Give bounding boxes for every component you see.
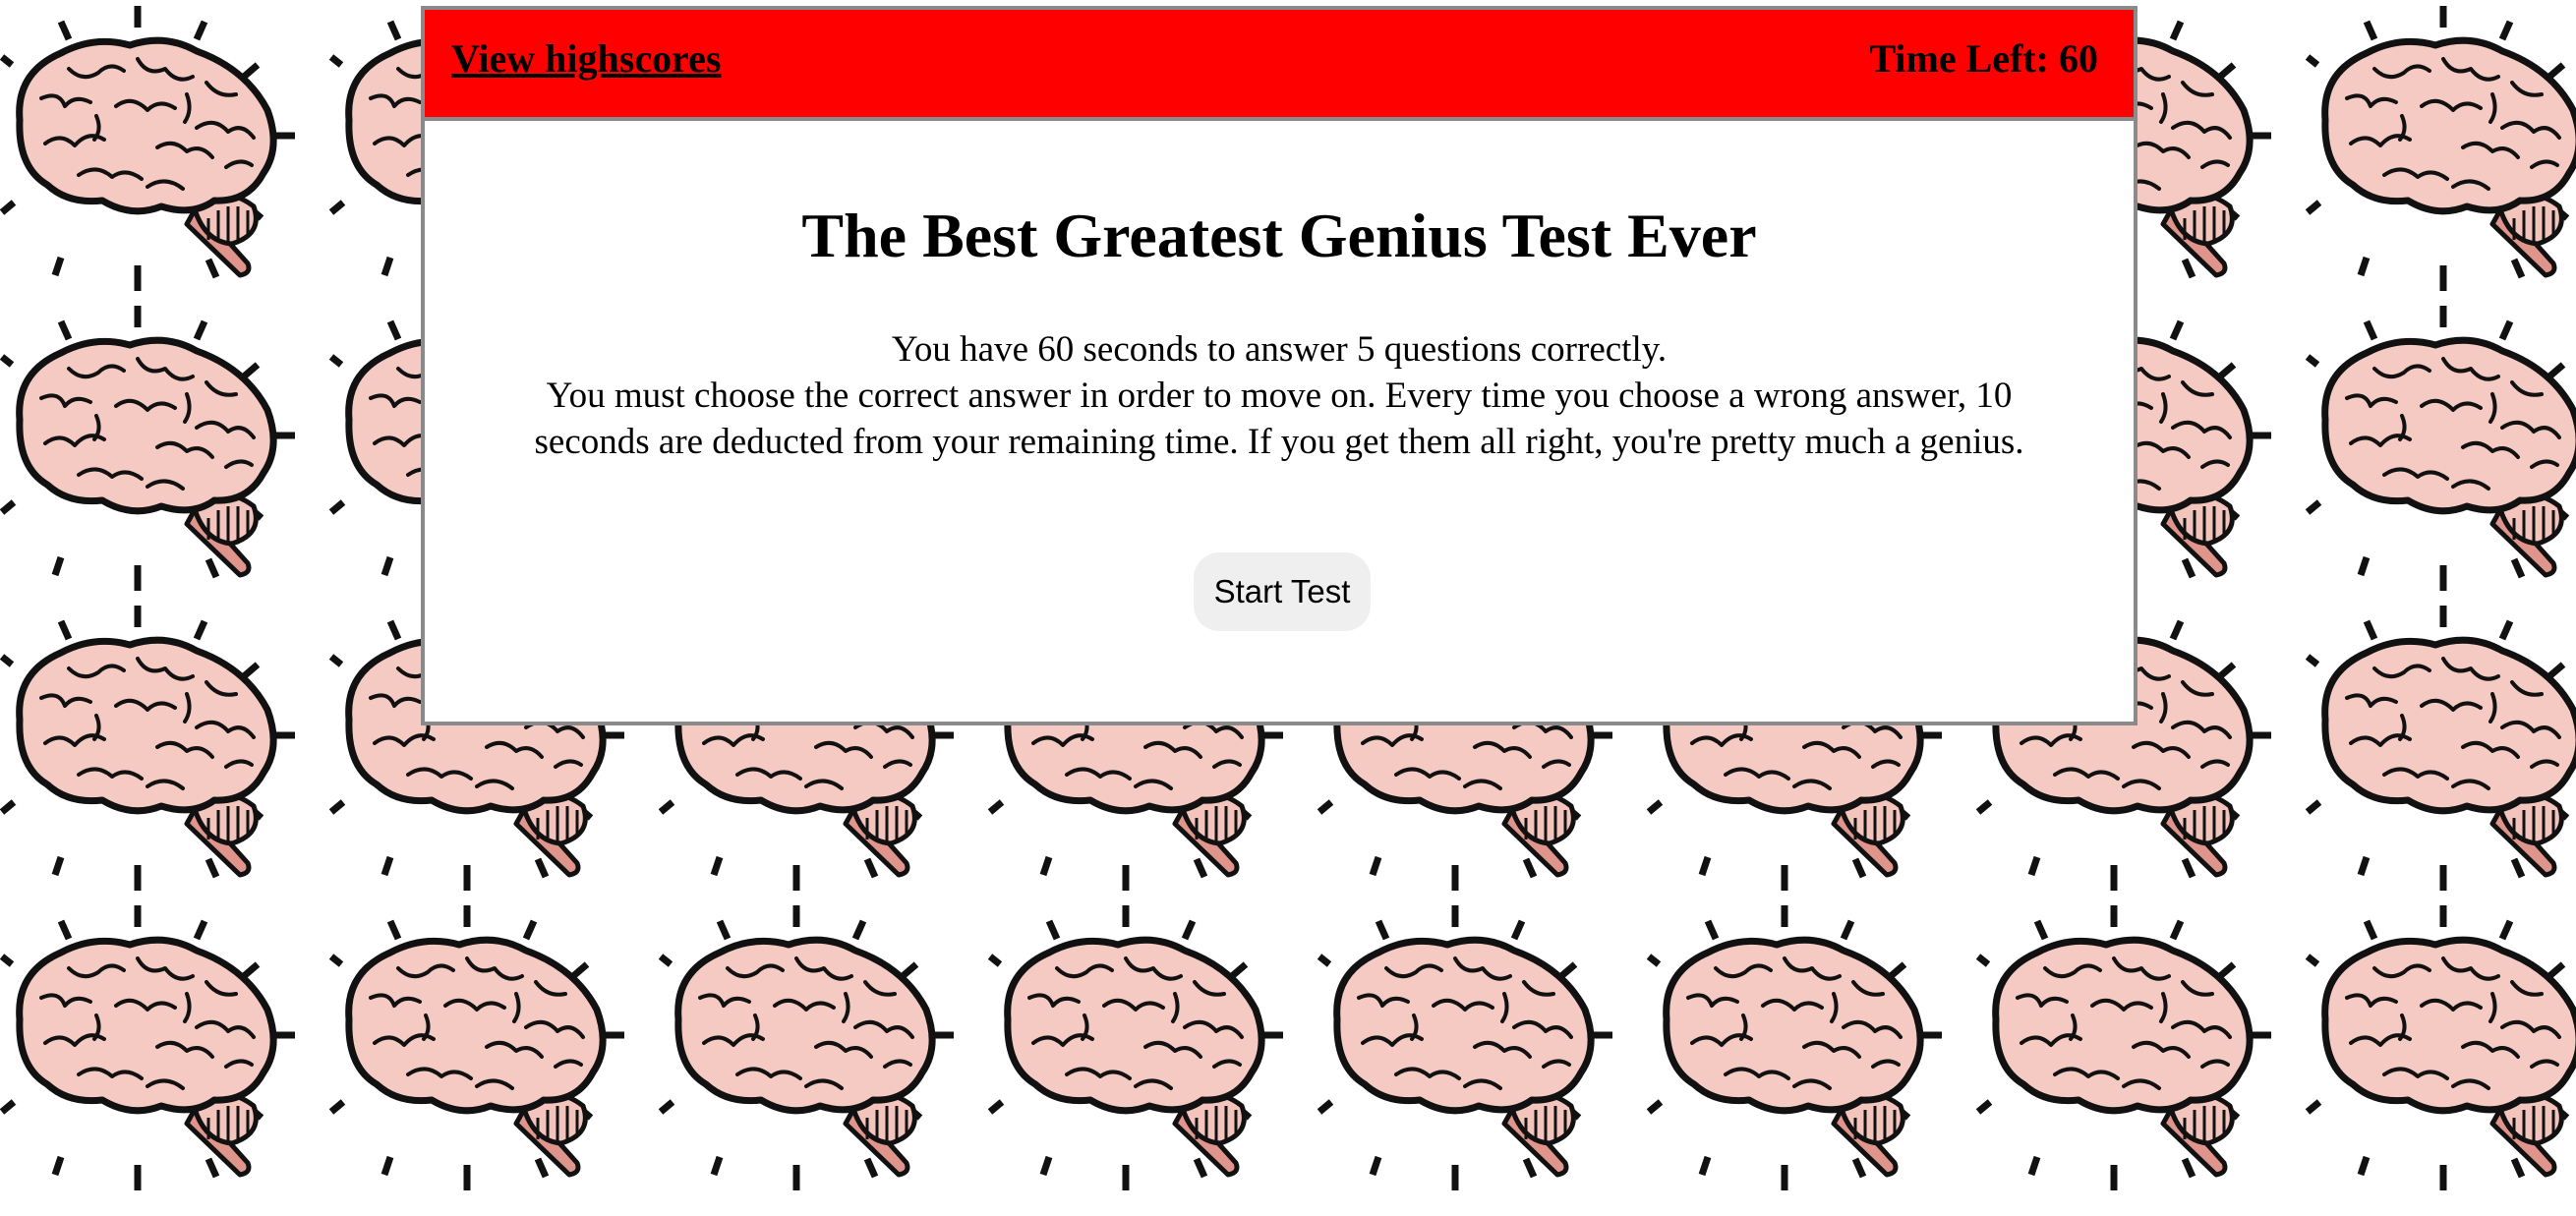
instructions-line: seconds are deducted from your remaining… — [534, 422, 2024, 462]
timer-value: 60 — [2059, 36, 2098, 81]
instructions-text: You have 60 seconds to answer 5 question… — [444, 326, 2114, 465]
timer-display: Time Left: 60 — [1869, 39, 2098, 79]
timer-label: Time Left: — [1869, 36, 2049, 81]
start-test-button[interactable]: Start Test — [1194, 552, 1371, 631]
instructions-line: You have 60 seconds to answer 5 question… — [891, 329, 1668, 370]
header-bar: View highscores Time Left: 60 — [425, 10, 2134, 121]
instructions-line: You must choose the correct answer in or… — [546, 376, 2013, 416]
quiz-card: View highscores Time Left: 60 The Best Gr… — [421, 6, 2137, 725]
page-title: The Best Greatest Genius Test Ever — [801, 201, 1757, 270]
view-highscores-link[interactable]: View highscores — [451, 39, 721, 79]
